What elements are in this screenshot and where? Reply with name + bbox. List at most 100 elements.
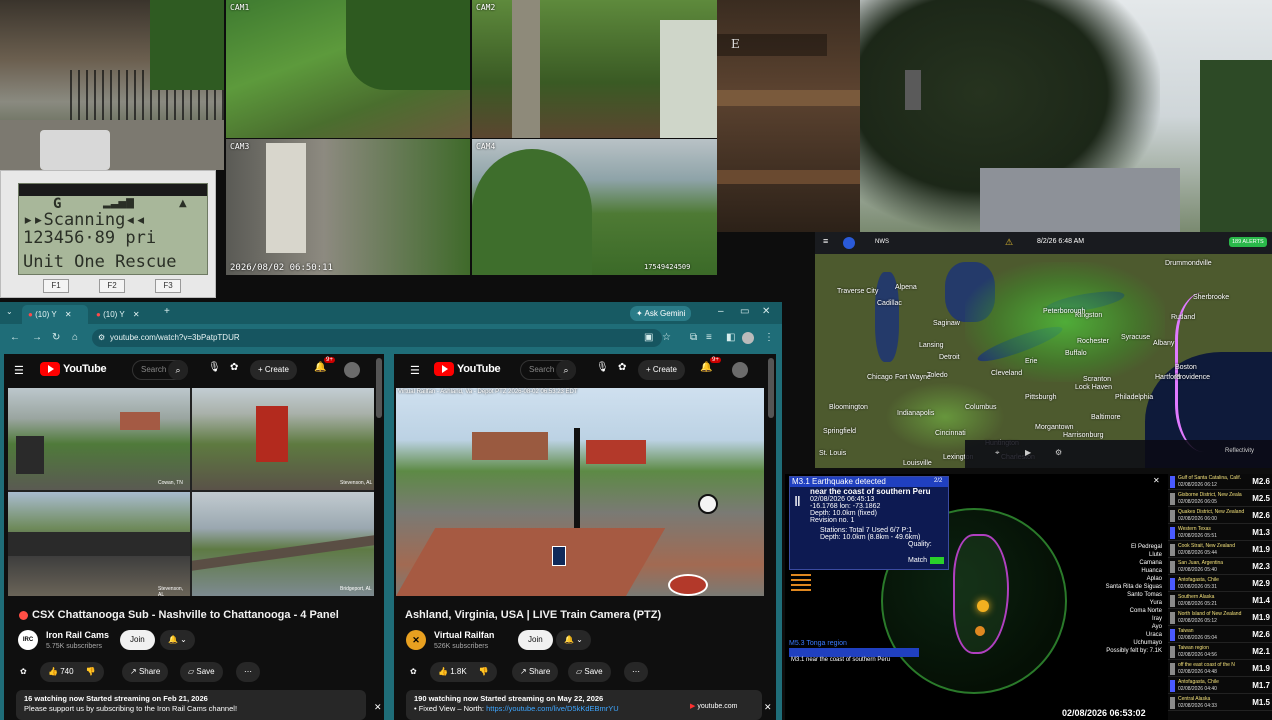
home-icon[interactable]: ⌂ xyxy=(72,332,78,343)
right-scrollbar[interactable] xyxy=(768,358,774,418)
channel-avatar[interactable]: ✕ xyxy=(406,630,426,650)
scanner-f3-button[interactable]: F3 xyxy=(155,279,181,293)
layers-icon[interactable]: ≡ xyxy=(823,236,828,246)
search-icon[interactable]: ⌕ xyxy=(556,360,576,380)
settings-icon[interactable]: ⚙ xyxy=(1055,448,1062,457)
quake-event-row[interactable]: Cook Strait, New Zealand 02/08/2026 05:44… xyxy=(1168,542,1272,558)
pause-icon[interactable]: Ⅱ xyxy=(794,493,801,510)
quake-event-row[interactable]: Antofagasta, Chile 02/08/2026 04:40 M1.7 xyxy=(1168,678,1272,694)
forward-icon[interactable]: → xyxy=(32,332,42,343)
tab-youtube-1[interactable]: ● (10) Y ✕ xyxy=(22,305,88,324)
thumbs-up-icon: 👍 xyxy=(438,667,448,676)
ai-icon[interactable]: ✿ xyxy=(230,362,238,373)
hamburger-menu-icon[interactable]: ☰ xyxy=(410,364,420,377)
avatar[interactable] xyxy=(732,362,748,378)
quake-event-row[interactable]: Central Alaska 02/08/2026 04:33 M1.5 xyxy=(1168,695,1272,711)
right-save-button[interactable]: ▱ Save xyxy=(568,662,611,682)
notifications-icon[interactable]: 🔔 xyxy=(700,362,712,373)
quake-alert-2: M3.1 near the coast of southern Peru xyxy=(791,657,891,663)
youtube-logo[interactable]: YouTube xyxy=(40,362,107,376)
tile-bridgeport: Bridgeport, AL xyxy=(192,492,374,596)
radar-logo-icon[interactable] xyxy=(843,237,855,249)
mic-icon[interactable]: 🎙 xyxy=(596,362,609,373)
quake-event-row[interactable]: Western Texas 02/08/2026 05:51 M1.3 xyxy=(1168,525,1272,541)
left-share-button[interactable]: ↗ Share xyxy=(122,662,169,682)
extensions-icon[interactable]: ⧉ xyxy=(690,332,697,343)
right-like-button[interactable]: 👍 1.8K 👎 xyxy=(430,662,497,682)
location-icon[interactable]: ⌖ xyxy=(995,448,1000,458)
warning-icon[interactable]: ⚠ xyxy=(1005,237,1013,248)
left-video-player[interactable]: Cowan, TN Stevenson, AL Stevenson, AL Br… xyxy=(8,388,374,596)
left-more-button[interactable]: ⋯ xyxy=(236,662,260,682)
left-like-button[interactable]: 👍 740 👎 xyxy=(40,662,104,682)
avatar[interactable] xyxy=(344,362,360,378)
weather-radar-map[interactable]: ≡ NWS ⚠ 8/2/26 6:48 AM 189 ALERTS Traver… xyxy=(815,232,1272,468)
right-share-button[interactable]: ↗ Share xyxy=(512,662,559,682)
youtube-logo[interactable]: YouTube xyxy=(434,362,501,376)
cam4-tree xyxy=(472,149,592,275)
scanner-f1-button[interactable]: F1 xyxy=(43,279,69,293)
tab-search-icon[interactable]: ⌄ xyxy=(6,307,13,316)
right-desc-link[interactable]: https://youtube.com/live/D5kKdEBmrYU xyxy=(486,704,619,713)
quake-event-row[interactable]: North Island of New Zealand 02/08/2026 05… xyxy=(1168,610,1272,626)
left-ai-button[interactable]: ✿ xyxy=(16,662,31,682)
sidepanel-icon[interactable]: ◧ xyxy=(726,332,735,343)
bookmark-star-icon[interactable]: ☆ xyxy=(662,332,671,343)
media-control-icon[interactable]: ≡ xyxy=(706,332,712,343)
create-button[interactable]: + Create xyxy=(638,360,685,380)
ask-gemini-button[interactable]: ✦ Ask Gemini xyxy=(630,306,692,321)
left-description[interactable]: 16 watching now Started streaming on Feb… xyxy=(16,690,366,720)
left-join-button[interactable]: Join xyxy=(120,630,155,650)
right-join-button[interactable]: Join xyxy=(518,630,553,650)
close-icon[interactable]: ✕ xyxy=(133,310,140,319)
close-icon[interactable]: ✕ xyxy=(65,310,72,319)
right-video-player[interactable]: Virtual Railfan - Ashland, Va - Depot PT… xyxy=(396,388,764,596)
thumbs-down-icon[interactable]: 👎 xyxy=(86,667,96,676)
minimize-icon[interactable]: – xyxy=(718,306,724,317)
right-close-toast-icon[interactable]: ✕ xyxy=(764,702,772,713)
quake-event-row[interactable]: Taiwan 02/08/2026 05:04 M2.6 xyxy=(1168,627,1272,643)
quake-event-row[interactable]: Quakes District, New Zealand 02/08/2026 0… xyxy=(1168,508,1272,524)
right-more-button[interactable]: ⋯ xyxy=(624,662,648,682)
quake-bottom-time: 02/08/2026 06:53:02 xyxy=(1062,708,1146,718)
install-icon[interactable]: ▣ xyxy=(644,332,653,343)
ask-gemini-label: Ask Gemini xyxy=(644,309,686,318)
url-bar[interactable]: ⚙ youtube.com/watch?v=3bPatpTDUR xyxy=(92,329,662,347)
left-save-button[interactable]: ▱ Save xyxy=(180,662,223,682)
channel-avatar[interactable]: IRC xyxy=(18,630,38,650)
back-icon[interactable]: ← xyxy=(10,332,20,343)
notifications-icon[interactable]: 🔔 xyxy=(314,362,326,373)
right-ai-button[interactable]: ✿ xyxy=(406,662,421,682)
left-channel-name[interactable]: Iron Rail Cams xyxy=(46,630,109,640)
quake-event-row[interactable]: off the east coast of the N 02/08/2026 04… xyxy=(1168,661,1272,677)
hamburger-menu-icon[interactable]: ☰ xyxy=(14,364,24,377)
right-channel-name[interactable]: Virtual Railfan xyxy=(434,630,494,640)
create-button[interactable]: + Create xyxy=(250,360,297,380)
play-icon[interactable]: ▶ xyxy=(1025,448,1031,457)
right-subscribe-bell-button[interactable]: 🔔 ⌄ xyxy=(556,630,591,650)
quake-event-row[interactable]: Taiwan region 02/08/2026 04:56 M2.1 xyxy=(1168,644,1272,660)
new-tab-button[interactable]: + xyxy=(164,306,170,317)
reload-icon[interactable]: ↻ xyxy=(52,332,60,343)
alerts-badge[interactable]: 189 ALERTS xyxy=(1229,237,1267,247)
quake-event-row[interactable]: Southern Alaska 02/08/2026 05:21 M1.4 xyxy=(1168,593,1272,609)
mic-icon[interactable]: 🎙 xyxy=(208,362,221,373)
left-close-toast-icon[interactable]: ✕ xyxy=(374,702,382,713)
quake-event-row[interactable]: Antofagasta, Chile 02/08/2026 05:31 M2.9 xyxy=(1168,576,1272,592)
scanner-f2-button[interactable]: F2 xyxy=(99,279,125,293)
thumbs-down-icon[interactable]: 👎 xyxy=(479,667,489,676)
ai-icon[interactable]: ✿ xyxy=(618,362,626,373)
quake-event-row[interactable]: Gulf of Santa Catalina, Calif. 02/08/2026… xyxy=(1168,474,1272,490)
tab-youtube-2[interactable]: ● (10) Y ✕ xyxy=(90,305,156,324)
cam4-label: CAM4 xyxy=(476,142,496,151)
maximize-icon[interactable]: ▭ xyxy=(740,306,749,317)
left-scrollbar[interactable] xyxy=(376,358,382,418)
quake-event-row[interactable]: Gisborne District, New Zeala 02/08/2026 0… xyxy=(1168,491,1272,507)
profile-avatar[interactable] xyxy=(742,332,754,344)
left-subscribe-bell-button[interactable]: 🔔 ⌄ xyxy=(160,630,195,650)
panel-close-icon[interactable]: ✕ xyxy=(1153,476,1160,485)
menu-icon[interactable]: ⋮ xyxy=(764,332,774,343)
quake-event-row[interactable]: San Juan, Argentina 02/08/2026 05:40 M2.3 xyxy=(1168,559,1272,575)
search-icon[interactable]: ⌕ xyxy=(168,360,188,380)
close-window-icon[interactable]: ✕ xyxy=(762,306,770,317)
